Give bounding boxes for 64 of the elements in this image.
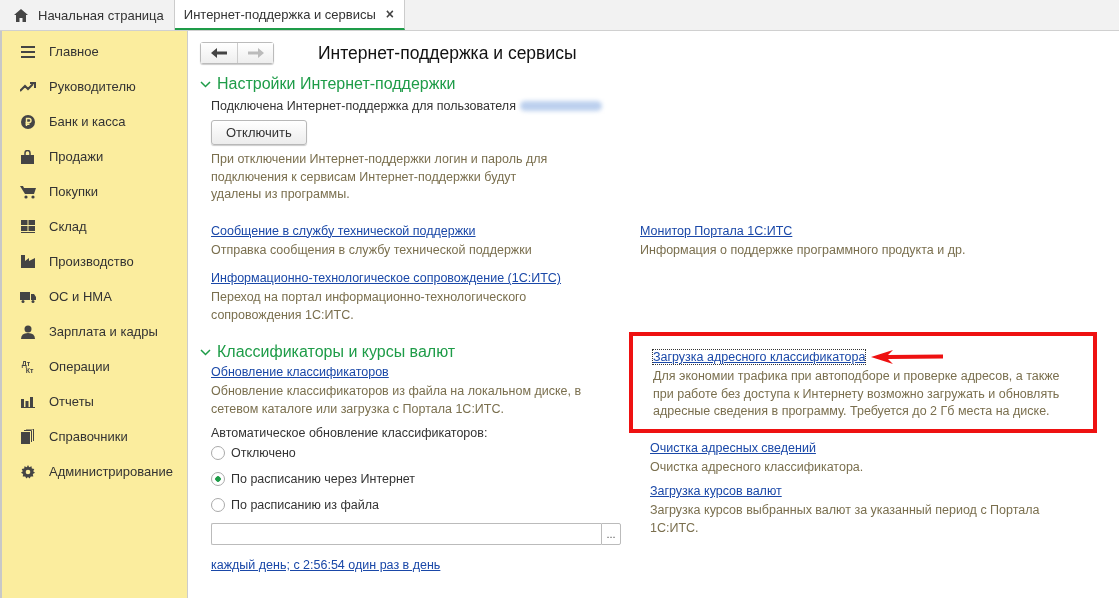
link-description: Отправка сообщения в службу технической поддержки — [211, 241, 533, 259]
arrow-icon — [871, 350, 944, 364]
sidebar-item[interactable]: Отчеты — [2, 384, 187, 419]
link-description: Обновление классификаторов из файла на локальном диске, в сетевом каталоге или загрузка с Портала 1С:ИТС. — [211, 383, 583, 418]
status-text: Подключена Интернет-поддержка для пользователя — [211, 98, 516, 113]
sidebar-item[interactable]: Справочники — [2, 419, 187, 454]
link[interactable]: Монитор Портала 1С:ИТС — [640, 223, 793, 238]
bag-icon — [21, 149, 34, 164]
bar-chart-icon — [20, 395, 35, 408]
sidebar-item[interactable]: Производство — [2, 244, 187, 279]
sidebar-item[interactable]: Банк и касса — [2, 104, 187, 139]
section-header[interactable]: Классификаторы и курсы валют — [200, 342, 640, 362]
truck-icon — [19, 290, 36, 303]
home-icon — [14, 8, 28, 22]
person-icon — [20, 324, 35, 339]
link[interactable]: Загрузка курсов валют — [650, 484, 782, 498]
sidebar-item[interactable]: Администрирование — [2, 454, 187, 489]
section-header[interactable]: Настройки Интернет-поддержки — [200, 74, 1119, 94]
sidebar-item[interactable]: Главное — [2, 34, 187, 69]
radio-option[interactable]: По расписанию из файла — [211, 492, 640, 518]
chevron-icon — [200, 80, 211, 88]
sidebar-item[interactable]: Руководителю — [2, 69, 187, 104]
sidebar-item[interactable]: Зарплата и кадры — [2, 314, 187, 349]
schedule-link[interactable]: каждый день; с 2:56:54 один раз в день — [211, 558, 441, 572]
file-path-field[interactable] — [211, 523, 601, 545]
menu-icon — [20, 45, 35, 58]
disconnect-button[interactable]: Отключить — [211, 120, 307, 145]
link[interactable]: Загрузка адресного классификатора — [653, 350, 866, 364]
ruble-icon — [20, 114, 35, 129]
grid-icon — [20, 220, 35, 233]
close-icon[interactable]: × — [385, 6, 394, 22]
field-label: Автоматическое обновление классификаторов: — [211, 426, 489, 440]
chevron-icon — [200, 348, 211, 356]
help-text: При отключении Интернет-поддержки логин и пароль для подключения к сервисам Интернет-поддержки будут удалены из программы. — [211, 151, 549, 203]
sidebar-item[interactable]: Продажи — [2, 139, 187, 174]
sidebar-item[interactable]: Покупки — [2, 174, 187, 209]
books-icon — [20, 429, 35, 444]
link-description: Для экономии трафика при автоподборе и проверке адресов, а также при работе без доступа к Интернету возможно загружать и обновлять адресные сведения в программу. Требуется до 2 Гб места на диске. — [653, 368, 1061, 420]
left-arrow-icon — [211, 48, 227, 58]
browse-button[interactable]: ... — [601, 523, 621, 545]
link-description: Очистка адресного классификатора. — [650, 458, 865, 476]
radio-button[interactable] — [211, 446, 225, 460]
radio-option[interactable]: Отключено — [211, 440, 640, 466]
back-button[interactable] — [201, 43, 237, 63]
radio-button[interactable] — [211, 498, 225, 512]
trend-icon — [19, 81, 36, 92]
link[interactable]: Очистка адресных сведений — [650, 440, 816, 455]
page-title: Интернет-поддержка и сервисы — [318, 42, 577, 64]
factory-icon — [20, 255, 35, 268]
radio-button[interactable] — [211, 472, 225, 486]
link[interactable]: Информационно-технологическое сопровождение (1С:ИТС) — [211, 271, 562, 285]
link-description: Загрузка курсов выбранных валют за указанный период с Портала 1С:ИТС. — [650, 502, 1041, 537]
link[interactable]: Обновление классификаторов — [211, 365, 389, 379]
cart-icon — [19, 184, 36, 199]
link-description: Информация о поддержке программного продукта и др. — [640, 241, 967, 259]
tab[interactable]: Начальная страница — [0, 0, 175, 30]
sidebar-item[interactable]: Склад — [2, 209, 187, 244]
link[interactable]: Сообщение в службу технической поддержки — [211, 223, 476, 238]
link-description: Переход на портал информационно-технологического сопровождения 1С:ИТС. — [211, 289, 528, 324]
sidebar-item[interactable]: ОС и НМА — [2, 279, 187, 314]
radio-option[interactable]: По расписанию через Интернет — [211, 466, 640, 492]
settings-icon — [20, 464, 35, 479]
right-arrow-icon — [247, 48, 264, 58]
tab[interactable]: Интернет-поддержка и сервисы × — [174, 0, 405, 30]
